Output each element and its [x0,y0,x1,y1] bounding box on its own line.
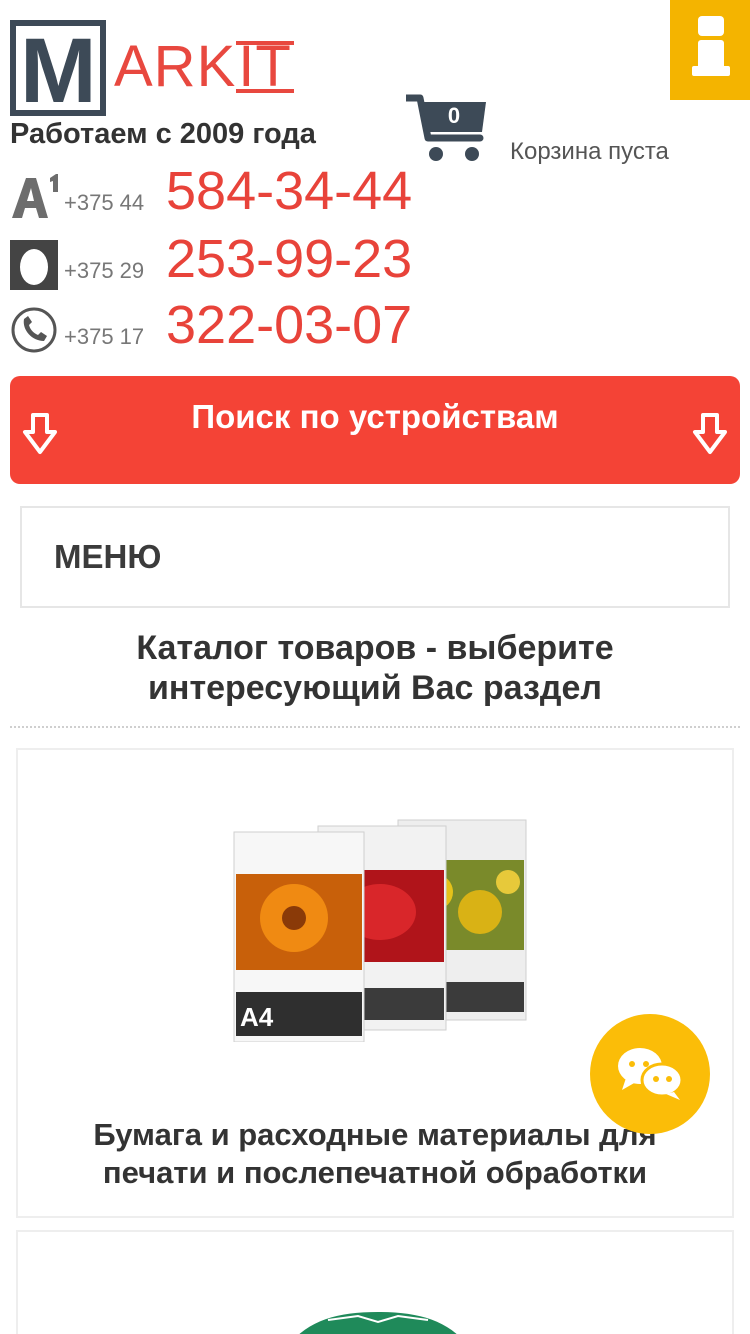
menu-toggle[interactable]: МЕНЮ [20,506,730,608]
phone-row-mts[interactable]: +375 29 253-99-23 [10,229,530,292]
search-label: Поиск по устройствам [191,398,559,435]
phone-row-a1[interactable]: +375 44 584-34-44 [10,161,530,224]
a1-operator-icon [10,172,58,220]
chat-bubbles-icon [616,1046,686,1102]
phone-number[interactable]: 322-03-07 [166,294,412,356]
phone-prefix: +375 17 [64,324,145,349]
info-button[interactable] [670,0,750,100]
svg-text:A4: A4 [240,1002,274,1032]
landline-phone-icon [10,306,58,354]
product-image [288,1306,468,1334]
phone-number[interactable]: 253-99-23 [166,228,412,290]
photo-paper-image: A4 [230,812,530,1043]
catalog-heading: Каталог товаров - выберите интересующий … [136,629,614,707]
since-tagline: Работаем с 2009 года [10,118,316,150]
phone-number[interactable]: 584-34-44 [166,160,412,222]
mts-operator-icon [10,240,58,290]
cart-status[interactable]: Корзина пуста [510,138,669,166]
logo-m-box: M [10,20,106,122]
phone-prefix: +375 29 [64,258,145,283]
catalog-card-next[interactable] [16,1230,734,1334]
divider [10,726,740,728]
chat-button[interactable] [590,1014,710,1134]
logo-text: ARKIT [114,34,294,99]
cart-count-badge: 0 [447,103,461,128]
menu-label: МЕНЮ [54,538,162,575]
phone-row-landline[interactable]: +375 17 322-03-07 [10,295,530,358]
site-logo[interactable]: M ARKIT [10,20,330,122]
phone-prefix: +375 44 [64,190,145,215]
arrow-down-icon [692,412,728,461]
logo-letter: M [20,20,97,122]
device-search-button[interactable]: Поиск по устройствам [10,376,740,484]
info-icon [698,16,724,36]
catalog-card-paper[interactable]: A4 Бумага и расходные материалы для печа… [16,748,734,1218]
